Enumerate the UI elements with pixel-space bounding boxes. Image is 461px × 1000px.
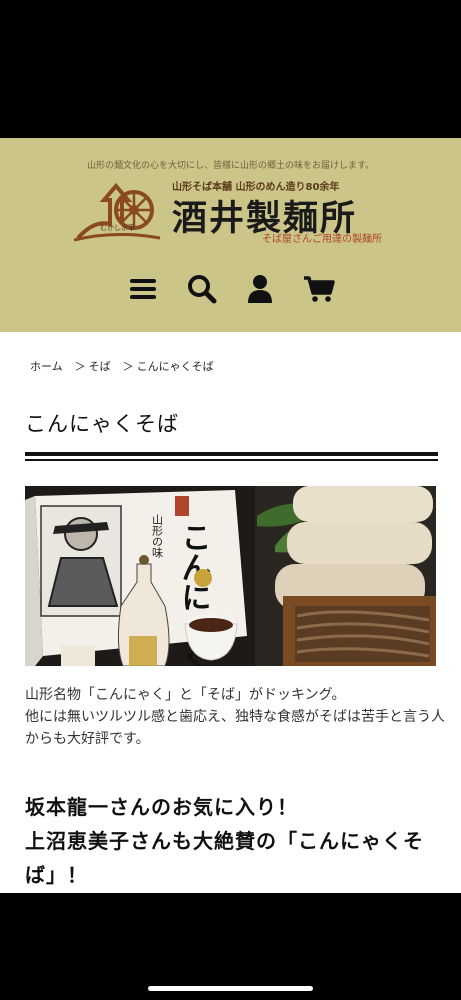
product-description: 山形名物「こんにゃく」と「そば」がドッキング。 他には無いツルツル感と歯応え、独… <box>25 684 445 750</box>
promo-headline: 坂本龍一さんのお気に入り！ 上沼恵美子さんも大絶賛の「こんにゃくそば」！ <box>25 790 445 892</box>
description-line: 山形名物「こんにゃく」と「そば」がドッキング。 <box>25 687 346 703</box>
search-icon <box>187 275 217 304</box>
home-indicator[interactable] <box>148 986 313 991</box>
breadcrumb-home-link[interactable]: ホーム <box>30 358 63 374</box>
page-title: こんにゃくそば <box>25 412 179 436</box>
breadcrumb-separator: ＞ <box>122 360 134 373</box>
cart-icon <box>303 276 335 302</box>
box-small-text: 山形の味 <box>151 514 164 558</box>
header-nav <box>126 273 336 305</box>
search-button[interactable] <box>185 273 219 305</box>
header-tagline: 山形の麺文化の心を大切にし、皆様に山形の郷土の味をお届けします。 <box>86 161 375 171</box>
product-photo: 山形の味 こんにゃくそば <box>25 486 436 666</box>
waterwheel-logo-icon[interactable] <box>74 180 160 244</box>
main-content: ホーム ＞ そば ＞ こんにゃくそば こんにゃくそば 山形の味 こんにゃくそば <box>0 332 461 893</box>
breadcrumb-current: こんにゃくそば <box>136 360 214 373</box>
site-header: 山形の麺文化の心を大切にし、皆様に山形の郷土の味をお届けします。 むかし水車 山… <box>0 138 461 332</box>
headline-line: 上沼恵美子さんも大絶賛の「こんにゃくそば」！ <box>25 829 424 887</box>
user-icon <box>248 275 273 303</box>
breadcrumb-soba-link[interactable]: そば <box>89 358 111 374</box>
breadcrumb: ホーム ＞ そば ＞ こんにゃくそば <box>30 358 214 374</box>
phone-screen: 山形の麺文化の心を大切にし、皆様に山形の郷土の味をお届けします。 むかし水車 山… <box>0 0 461 1000</box>
headline-line: 坂本龍一さんのお気に入り！ <box>25 795 298 819</box>
logo-tail-text: そば屋さんご用達の製麺所 <box>262 234 382 245</box>
title-divider <box>25 452 438 456</box>
cart-button[interactable] <box>302 273 336 305</box>
menu-icon <box>130 279 156 299</box>
description-line: 他には無いツルツル感と歯応え、独特な食感がそばは苦手と言う人からも大好評です。 <box>25 709 445 747</box>
title-divider-thin <box>25 459 438 461</box>
breadcrumb-separator: ＞ <box>74 360 86 373</box>
menu-button[interactable] <box>126 273 160 305</box>
logo-subtext: むかし水車 <box>100 224 135 232</box>
account-button[interactable] <box>243 273 277 305</box>
